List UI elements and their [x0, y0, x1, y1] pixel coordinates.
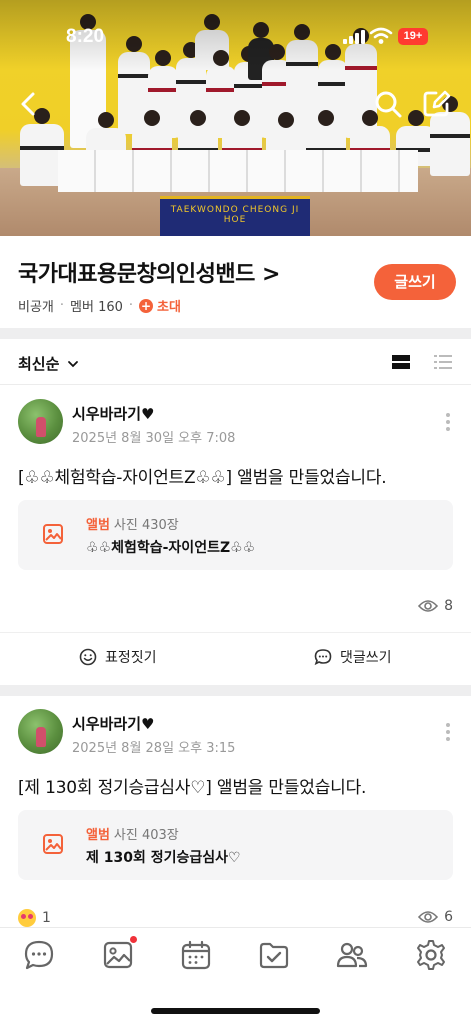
- band-header: 국가대표용문창의인성밴드 > 비공개 · 멤버 160 · + 초대 글쓰기: [0, 236, 471, 328]
- chevron-down-icon: [67, 361, 78, 368]
- member-count[interactable]: 멤버 160: [70, 296, 123, 315]
- comment-button[interactable]: 댓글쓰기: [314, 647, 392, 667]
- status-bar: 8:20 19+: [0, 0, 471, 60]
- album-title: 제 130회 정기승급심사♡: [86, 850, 241, 866]
- post-date: 2025년 8월 28일 오후 3:15: [72, 741, 236, 756]
- search-icon[interactable]: [372, 88, 404, 120]
- view-count-value: 8: [444, 598, 453, 614]
- view-count-value: 6: [444, 909, 453, 925]
- view-count: 6: [418, 909, 453, 925]
- cover-person: [430, 96, 470, 176]
- more-options-icon[interactable]: [444, 413, 452, 433]
- album-icon: [43, 524, 63, 544]
- members-icon[interactable]: [335, 938, 369, 972]
- plus-icon: +: [139, 298, 154, 313]
- comment-label: 댓글쓰기: [340, 650, 392, 666]
- write-post-button[interactable]: 글쓰기: [374, 264, 456, 300]
- album-attachment[interactable]: 앨범 사진 403장 제 130회 정기승급심사♡: [18, 810, 453, 880]
- album-label: 앨범: [86, 828, 110, 843]
- settings-icon[interactable]: [414, 938, 448, 972]
- card-view-icon[interactable]: [391, 353, 411, 371]
- post-card[interactable]: 시우바라기♥ 2025년 8월 30일 오후 7:08 [♧♧체험학습-자이언트…: [0, 386, 471, 685]
- album-title: ♧♧체험학습-자이언트Z♧♧: [86, 540, 256, 556]
- back-icon[interactable]: [14, 88, 46, 120]
- cover-banner: TAEKWONDO CHEONG JI HOE: [160, 196, 310, 236]
- post-author[interactable]: 시우바라기♥: [72, 713, 154, 734]
- react-label: 표정짓기: [105, 650, 157, 666]
- post-date: 2025년 8월 30일 오후 7:08: [72, 431, 236, 446]
- post-text[interactable]: [♧♧체험학습-자이언트Z♧♧] 앨범을 만들었습니다.: [18, 463, 387, 488]
- band-title[interactable]: 국가대표용문창의인성밴드 >: [18, 256, 280, 288]
- more-options-icon[interactable]: [444, 723, 452, 743]
- folder-check-icon[interactable]: [257, 938, 291, 972]
- signal-icon: [343, 30, 367, 44]
- eye-icon: [418, 911, 439, 923]
- edit-icon[interactable]: [420, 88, 452, 120]
- sort-dropdown[interactable]: 최신순: [18, 353, 79, 374]
- section-divider: [0, 685, 471, 696]
- cover-certificates: [58, 150, 418, 192]
- smile-icon: [79, 648, 97, 666]
- view-count: 8: [418, 598, 453, 614]
- home-indicator[interactable]: [151, 1008, 320, 1014]
- album-attachment[interactable]: 앨범 사진 430장 ♧♧체험학습-자이언트Z♧♧: [18, 500, 453, 570]
- meta-separator: ·: [128, 298, 134, 313]
- list-view-icon[interactable]: [433, 353, 453, 371]
- album-icon: [43, 834, 63, 854]
- react-button[interactable]: 표정짓기: [79, 647, 157, 667]
- chat-icon[interactable]: [22, 938, 56, 972]
- sort-label: 최신순: [18, 355, 60, 373]
- album-photo-count: 사진 430장: [113, 518, 179, 533]
- new-badge: [130, 936, 137, 943]
- comment-icon: [314, 649, 332, 666]
- battery-indicator: 19+: [398, 28, 428, 45]
- invite-link[interactable]: 초대: [157, 296, 181, 315]
- author-avatar[interactable]: [18, 399, 63, 444]
- wifi-icon: [369, 27, 393, 44]
- reaction-count-value: 1: [42, 910, 51, 926]
- sort-bar: 최신순: [0, 339, 471, 385]
- post-actions: 표정짓기 댓글쓰기: [0, 632, 471, 682]
- album-meta: 앨범 사진 430장: [86, 514, 179, 533]
- album-label: 앨범: [86, 518, 110, 533]
- meta-separator: ·: [59, 298, 65, 313]
- reaction-count[interactable]: 1: [18, 909, 51, 927]
- post-text[interactable]: [제 130회 정기승급심사♡] 앨범을 만들었습니다.: [18, 773, 366, 798]
- band-meta: 비공개 · 멤버 160 · + 초대: [18, 296, 181, 315]
- eye-icon: [418, 600, 439, 612]
- post-author[interactable]: 시우바라기♥: [72, 403, 154, 424]
- love-emoji-icon: [18, 909, 36, 927]
- photo-icon: [103, 941, 133, 969]
- author-avatar[interactable]: [18, 709, 63, 754]
- post-card[interactable]: 시우바라기♥ 2025년 8월 28일 오후 3:15 [제 130회 정기승급…: [0, 696, 471, 927]
- photo-tab[interactable]: [101, 936, 137, 972]
- privacy-label: 비공개: [18, 300, 54, 315]
- album-photo-count: 사진 403장: [113, 828, 179, 843]
- calendar-icon[interactable]: [179, 938, 213, 972]
- section-divider: [0, 328, 471, 339]
- album-meta: 앨범 사진 403장: [86, 824, 179, 843]
- status-time: 8:20: [66, 26, 105, 47]
